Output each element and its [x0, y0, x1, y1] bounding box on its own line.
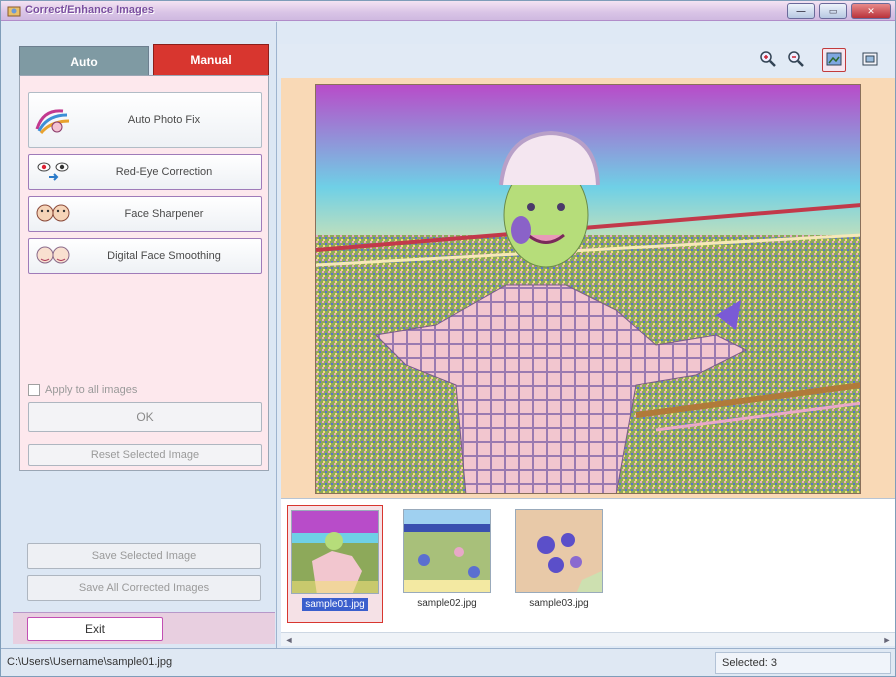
- ok-button[interactable]: OK: [28, 402, 262, 432]
- zoom-in-button[interactable]: [756, 48, 780, 72]
- face-smoothing-icon: [29, 239, 77, 273]
- minimize-icon: —: [796, 6, 806, 16]
- face-sharpener-label: Face Sharpener: [124, 208, 204, 220]
- image-preview-area: [281, 78, 895, 498]
- face-sharpener-icon: [29, 197, 77, 231]
- tab-manual[interactable]: Manual: [153, 44, 269, 76]
- apply-to-all-checkbox[interactable]: [28, 384, 40, 396]
- status-bar: C:\Users\Username\sample01.jpg Selected:…: [1, 648, 895, 676]
- zoom-out-button[interactable]: [784, 48, 808, 72]
- reset-selected-image-button[interactable]: Reset Selected Image: [28, 444, 262, 466]
- close-button[interactable]: ✕: [851, 3, 891, 19]
- thumbnail-caption: sample01.jpg: [302, 598, 368, 611]
- thumbnail-item[interactable]: sample03.jpg: [511, 505, 607, 623]
- left-panel: Auto Manual Auto Photo Fix Red-Eye Corre…: [1, 22, 277, 648]
- thumbnail-caption: sample02.jpg: [417, 598, 477, 609]
- maximize-button[interactable]: ▭: [819, 3, 847, 19]
- thumbnail-item[interactable]: sample02.jpg: [399, 505, 495, 623]
- maximize-icon: ▭: [828, 5, 838, 16]
- exit-bar: Exit: [13, 612, 275, 644]
- full-screen-icon: [825, 50, 843, 71]
- thumbnail-strip: sample01.jpg sample02.jpg sample03.jpg: [281, 498, 895, 632]
- status-selected-count: Selected: 3: [715, 652, 891, 674]
- auto-photo-fix-label: Auto Photo Fix: [127, 114, 201, 126]
- status-file-path: C:\Users\Username\sample01.jpg: [7, 656, 173, 668]
- app-window: Correct/Enhance Images — ▭ ✕ Auto Manual…: [0, 0, 896, 677]
- thumbnail-caption: sample03.jpg: [529, 598, 589, 609]
- full-screen-button[interactable]: [822, 48, 846, 72]
- fit-window-icon: [861, 50, 879, 71]
- face-sharpener-button[interactable]: Face Sharpener: [28, 196, 262, 232]
- window-title: Correct/Enhance Images: [25, 4, 154, 16]
- fit-to-window-button[interactable]: [858, 48, 882, 72]
- red-eye-correction-label: Red-Eye Correction: [115, 166, 213, 178]
- preview-toolbar: [278, 44, 895, 78]
- exit-button[interactable]: Exit: [27, 617, 163, 641]
- scroll-left-icon[interactable]: ◄: [283, 634, 295, 646]
- thumbnail-image: [291, 510, 379, 594]
- auto-tab-panel: Auto Photo Fix Red-Eye Correction Face S…: [19, 75, 269, 471]
- thumbnail-item[interactable]: sample01.jpg: [287, 505, 383, 623]
- close-icon: ✕: [867, 5, 875, 16]
- auto-photo-fix-button[interactable]: Auto Photo Fix: [28, 92, 262, 148]
- red-eye-correction-button[interactable]: Red-Eye Correction: [28, 154, 262, 190]
- apply-to-all-row[interactable]: Apply to all images: [28, 382, 262, 398]
- minimize-button[interactable]: —: [787, 3, 815, 19]
- zoom-out-icon: [787, 50, 805, 71]
- digital-face-smoothing-button[interactable]: Digital Face Smoothing: [28, 238, 262, 274]
- apply-to-all-label: Apply to all images: [45, 384, 138, 396]
- digital-face-smoothing-label: Digital Face Smoothing: [107, 250, 221, 262]
- zoom-in-icon: [759, 50, 777, 71]
- thumbnail-image: [403, 509, 491, 593]
- title-bar[interactable]: Correct/Enhance Images — ▭ ✕: [1, 1, 895, 21]
- thumbnail-scrollbar[interactable]: ◄ ►: [281, 632, 895, 646]
- thumbnail-image: [515, 509, 603, 593]
- save-all-corrected-images-button[interactable]: Save All Corrected Images: [27, 575, 261, 601]
- tab-auto[interactable]: Auto: [19, 46, 149, 76]
- preview-photo[interactable]: [315, 84, 861, 494]
- app-icon: [7, 4, 21, 18]
- red-eye-icon: [29, 155, 77, 189]
- scroll-right-icon[interactable]: ►: [881, 634, 893, 646]
- save-selected-image-button[interactable]: Save Selected Image: [27, 543, 261, 569]
- auto-photo-fix-icon: [29, 93, 77, 147]
